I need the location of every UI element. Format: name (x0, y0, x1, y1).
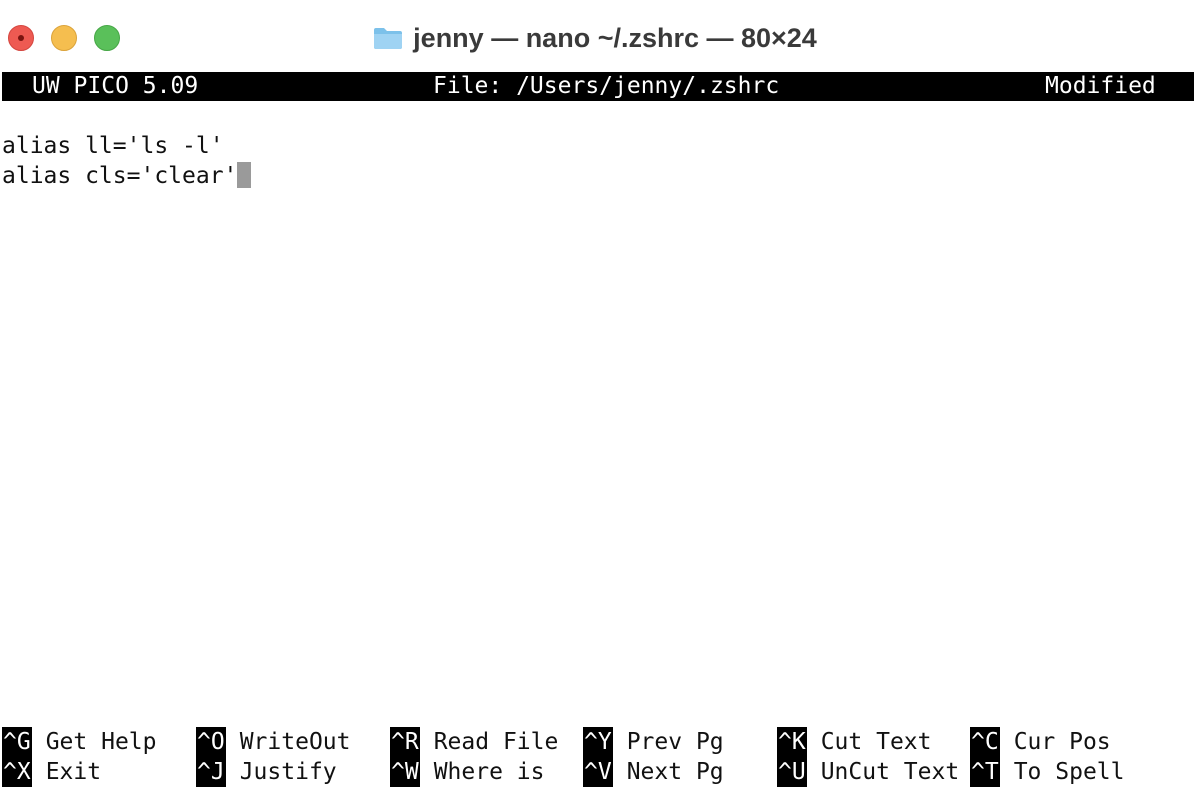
window-title-group: jenny — nano ~/.zshrc — 80×24 (0, 18, 1200, 58)
shortcut-label: Read File (433, 729, 559, 755)
shortcut-key: ^O (196, 727, 226, 757)
shortcut-label: Where is (433, 759, 545, 785)
terminal-window: jenny — nano ~/.zshrc — 80×24 UW PICO 5.… (0, 0, 1200, 800)
shortcut-key: ^X (2, 757, 32, 787)
shortcut-label: Get Help (45, 729, 157, 755)
shortcut-read-file[interactable]: ^R Read File (390, 727, 558, 757)
shortcut-label: Exit (45, 759, 102, 785)
editor-line-1[interactable]: alias ll='ls -l' (2, 131, 1194, 161)
shortcut-label: Cur Pos (1013, 729, 1111, 755)
title-bar: jenny — nano ~/.zshrc — 80×24 (0, 0, 1200, 74)
shortcut-key: ^U (777, 757, 807, 787)
shortcut-label: UnCut Text (820, 759, 960, 785)
shortcut-key: ^G (2, 727, 32, 757)
shortcut-to-spell[interactable]: ^T To Spell (970, 757, 1124, 787)
shortcut-writeout[interactable]: ^O WriteOut (196, 727, 350, 757)
editor-area[interactable]: alias ll='ls -l' alias cls='clear' (2, 131, 1194, 711)
shortcut-cut-text[interactable]: ^K Cut Text (777, 727, 931, 757)
modified-status: Modified (1045, 73, 1156, 99)
shortcut-key: ^V (583, 757, 613, 787)
shortcut-key: ^W (390, 757, 420, 787)
shortcut-label: Justify (239, 759, 337, 785)
shortcut-uncut-text[interactable]: ^U UnCut Text (777, 757, 959, 787)
shortcut-prev-pg[interactable]: ^Y Prev Pg (583, 727, 724, 757)
shortcut-cur-pos[interactable]: ^C Cur Pos (970, 727, 1111, 757)
shortcut-key: ^T (970, 757, 1000, 787)
shortcut-key: ^J (196, 757, 226, 787)
app-version: UW PICO 5.09 (32, 73, 199, 99)
shortcut-label: Next Pg (626, 759, 724, 785)
shortcut-bar: ^G Get Help ^O WriteOut ^R Read File ^Y Prev… (2, 727, 1194, 791)
shortcut-where-is[interactable]: ^W Where is (390, 757, 544, 787)
editor-line-2[interactable]: alias cls='clear' (2, 161, 1194, 191)
text-cursor (237, 162, 252, 188)
line-text: alias cls='clear' (2, 163, 238, 189)
shortcut-label: Prev Pg (626, 729, 724, 755)
shortcut-key: ^K (777, 727, 807, 757)
shortcut-key: ^R (390, 727, 420, 757)
folder-icon (374, 28, 403, 49)
shortcut-key: ^Y (583, 727, 613, 757)
shortcut-label: To Spell (1013, 759, 1125, 785)
window-title: jenny — nano ~/.zshrc — 80×24 (413, 22, 817, 53)
file-path: File: /Users/jenny/.zshrc (433, 73, 780, 99)
shortcut-label: Cut Text (820, 729, 932, 755)
shortcut-exit[interactable]: ^X Exit (2, 757, 101, 787)
pico-header-bar: UW PICO 5.09 File: /Users/jenny/.zshrc M… (2, 72, 1194, 101)
shortcut-label: WriteOut (239, 729, 351, 755)
line-text: alias ll='ls -l' (2, 133, 224, 159)
shortcut-get-help[interactable]: ^G Get Help (2, 727, 156, 757)
shortcut-key: ^C (970, 727, 1000, 757)
shortcut-next-pg[interactable]: ^V Next Pg (583, 757, 724, 787)
shortcut-justify[interactable]: ^J Justify (196, 757, 337, 787)
